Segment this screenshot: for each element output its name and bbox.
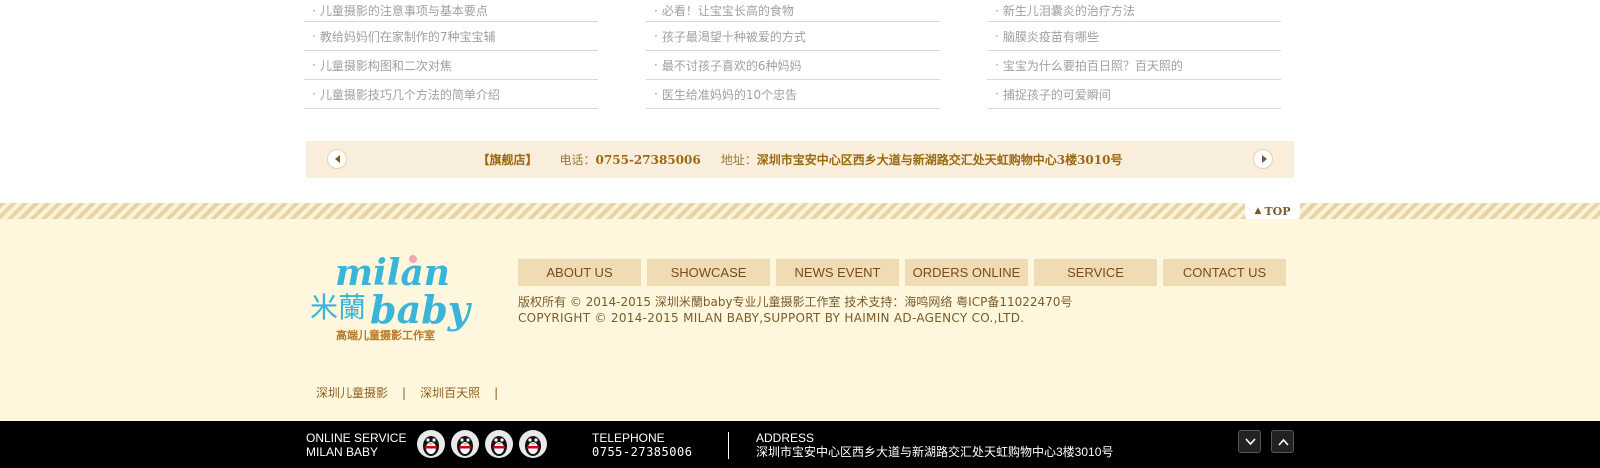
article-list-column-2: · 必看！让宝宝长高的食物 · 孩子最渴望十种被爱的方式 · 最不讨孩子喜欢的6种妈妈… xyxy=(646,0,940,109)
telephone-block: TELEPHONE 0755-27385006 xyxy=(592,431,692,459)
qq-penguin-icon[interactable] xyxy=(518,429,548,459)
footer-nav: ABOUT US SHOWCASE NEWS EVENT ORDERS ONLI… xyxy=(518,259,1292,286)
list-item[interactable]: · 儿童摄影技巧几个方法的简单介绍 xyxy=(304,80,598,109)
top-label: TOP xyxy=(1264,204,1291,218)
article-link[interactable]: 孩子最渴望十种被爱的方式 xyxy=(662,28,806,45)
article-link[interactable]: 最不讨孩子喜欢的6种妈妈 xyxy=(662,57,802,74)
store-phone: 0755-27385006 xyxy=(595,152,701,167)
article-link[interactable]: 教给妈妈们在家制作的7种宝宝辅 xyxy=(320,28,496,45)
footer-links: 深圳儿童摄影 | 深圳百天照 | xyxy=(316,384,512,401)
article-link[interactable]: 捕捉孩子的可爱瞬间 xyxy=(1003,86,1111,103)
nav-about-us[interactable]: ABOUT US xyxy=(518,259,641,286)
address-block: ADDRESS 深圳市宝安中心区西乡大道与新湖路交汇处天虹购物中心3楼3010号 xyxy=(756,431,1113,459)
bottom-contact-bar: ONLINE SERVICE MILAN BABY TELEPHONE 0755… xyxy=(0,421,1600,468)
article-link[interactable]: 儿童摄影构图和二次对焦 xyxy=(320,57,452,74)
nav-service[interactable]: SERVICE xyxy=(1034,259,1157,286)
list-item[interactable]: · 儿童摄影构图和二次对焦 xyxy=(304,51,598,80)
footer: milan 米蘭 baby 高端儿童摄影工作室 ABOUT US SHOWCAS… xyxy=(0,219,1600,421)
tel-label: 电话： xyxy=(559,153,596,167)
decorative-stripe-band xyxy=(0,203,1600,219)
address-label: 地址： xyxy=(720,153,757,167)
list-item[interactable]: · 脑膜炎疫苗有哪些 xyxy=(987,22,1281,51)
store-address: 深圳市宝安中心区西乡大道与新湖路交汇处天虹购物中心3楼3010号 xyxy=(756,153,1123,167)
prev-arrow-button[interactable] xyxy=(327,149,347,169)
qq-penguin-icon[interactable] xyxy=(484,429,514,459)
arrow-up-icon: ▲ xyxy=(1254,206,1262,216)
article-link[interactable]: 必看！让宝宝长高的食物 xyxy=(662,2,794,19)
article-link[interactable]: 宝宝为什么要拍百日照？百天照的 xyxy=(1003,57,1183,74)
list-item[interactable]: · 医生给准妈妈的10个忠告 xyxy=(646,80,940,109)
store-info-strip: 【旗舰店】 电话： 0755-27385006 地址： 深圳市宝安中心区西乡大道… xyxy=(306,141,1294,178)
telephone-number: 0755-27385006 xyxy=(592,445,693,459)
nav-contact-us[interactable]: CONTACT US xyxy=(1163,259,1286,286)
list-item[interactable]: · 儿童摄影的注意事项与基本要点 xyxy=(304,0,598,22)
next-arrow-button[interactable] xyxy=(1253,149,1273,169)
nav-orders-online[interactable]: ORDERS ONLINE xyxy=(905,259,1028,286)
flower-icon xyxy=(409,255,417,263)
service-brand: MILAN BABY xyxy=(306,445,379,459)
list-item[interactable]: · 宝宝为什么要拍百日照？百天照的 xyxy=(987,51,1281,80)
nav-news-event[interactable]: NEWS EVENT xyxy=(776,259,899,286)
link-separator: | xyxy=(402,385,407,400)
address-value: 深圳市宝安中心区西乡大道与新湖路交汇处天虹购物中心3楼3010号 xyxy=(756,445,1114,459)
nav-showcase[interactable]: SHOWCASE xyxy=(647,259,770,286)
link-100-day-photo[interactable]: 深圳百天照 xyxy=(420,384,480,401)
article-list-column-3: · 新生儿泪囊炎的治疗方法 · 脑膜炎疫苗有哪些 · 宝宝为什么要拍百日照？百天照的 … xyxy=(987,0,1281,109)
article-link[interactable]: 儿童摄影的注意事项与基本要点 xyxy=(320,2,488,19)
link-separator: | xyxy=(494,385,499,400)
chevron-down-icon xyxy=(1245,438,1256,446)
article-link[interactable]: 医生给准妈妈的10个忠告 xyxy=(662,86,797,103)
telephone-title: TELEPHONE xyxy=(592,431,665,445)
qq-penguin-icon[interactable] xyxy=(416,429,446,459)
list-item[interactable]: · 新生儿泪囊炎的治疗方法 xyxy=(987,0,1281,22)
list-item[interactable]: · 必看！让宝宝长高的食物 xyxy=(646,0,940,22)
list-item[interactable]: · 孩子最渴望十种被爱的方式 xyxy=(646,22,940,51)
list-item[interactable]: · 最不讨孩子喜欢的6种妈妈 xyxy=(646,51,940,80)
article-link[interactable]: 新生儿泪囊炎的治疗方法 xyxy=(1003,2,1135,19)
expand-bar-button[interactable] xyxy=(1271,430,1294,453)
logo-wordmark-bottom: baby xyxy=(370,287,473,332)
service-title: ONLINE SERVICE xyxy=(306,431,407,445)
list-item[interactable]: · 捕捉孩子的可爱瞬间 xyxy=(987,80,1281,109)
back-to-top-button[interactable]: ▲ TOP xyxy=(1245,203,1300,219)
divider xyxy=(728,432,729,459)
qq-penguin-icon[interactable] xyxy=(450,429,480,459)
logo-cn-name: 米蘭 xyxy=(310,291,366,324)
store-info: 【旗舰店】 电话： 0755-27385006 地址： 深圳市宝安中心区西乡大道… xyxy=(306,141,1294,178)
chevron-left-icon xyxy=(335,155,340,163)
logo-tagline: 高端儿童摄影工作室 xyxy=(336,328,435,342)
chevron-up-icon xyxy=(1278,438,1289,446)
article-link[interactable]: 儿童摄影技巧几个方法的简单介绍 xyxy=(320,86,500,103)
article-link[interactable]: 脑膜炎疫苗有哪些 xyxy=(1003,28,1099,45)
chevron-right-icon xyxy=(1262,155,1267,163)
article-list-column-1: · 儿童摄影的注意事项与基本要点 · 教给妈妈们在家制作的7种宝宝辅 · 儿童摄影构图… xyxy=(304,0,598,109)
copyright-cn: 版权所有 © 2014-2015 深圳米蘭baby专业儿童摄影工作室 技术支持：… xyxy=(518,295,1073,309)
online-service: ONLINE SERVICE MILAN BABY xyxy=(306,431,406,459)
link-kids-photography[interactable]: 深圳儿童摄影 xyxy=(316,384,388,401)
list-item[interactable]: · 教给妈妈们在家制作的7种宝宝辅 xyxy=(304,22,598,51)
collapse-bar-button[interactable] xyxy=(1238,430,1261,453)
store-label: 【旗舰店】 xyxy=(477,153,538,167)
copyright-en: COPYRIGHT © 2014-2015 MILAN BABY,SUPPORT… xyxy=(518,311,1025,325)
address-title: ADDRESS xyxy=(756,431,815,445)
milan-baby-logo[interactable]: milan 米蘭 baby 高端儿童摄影工作室 xyxy=(310,251,495,343)
